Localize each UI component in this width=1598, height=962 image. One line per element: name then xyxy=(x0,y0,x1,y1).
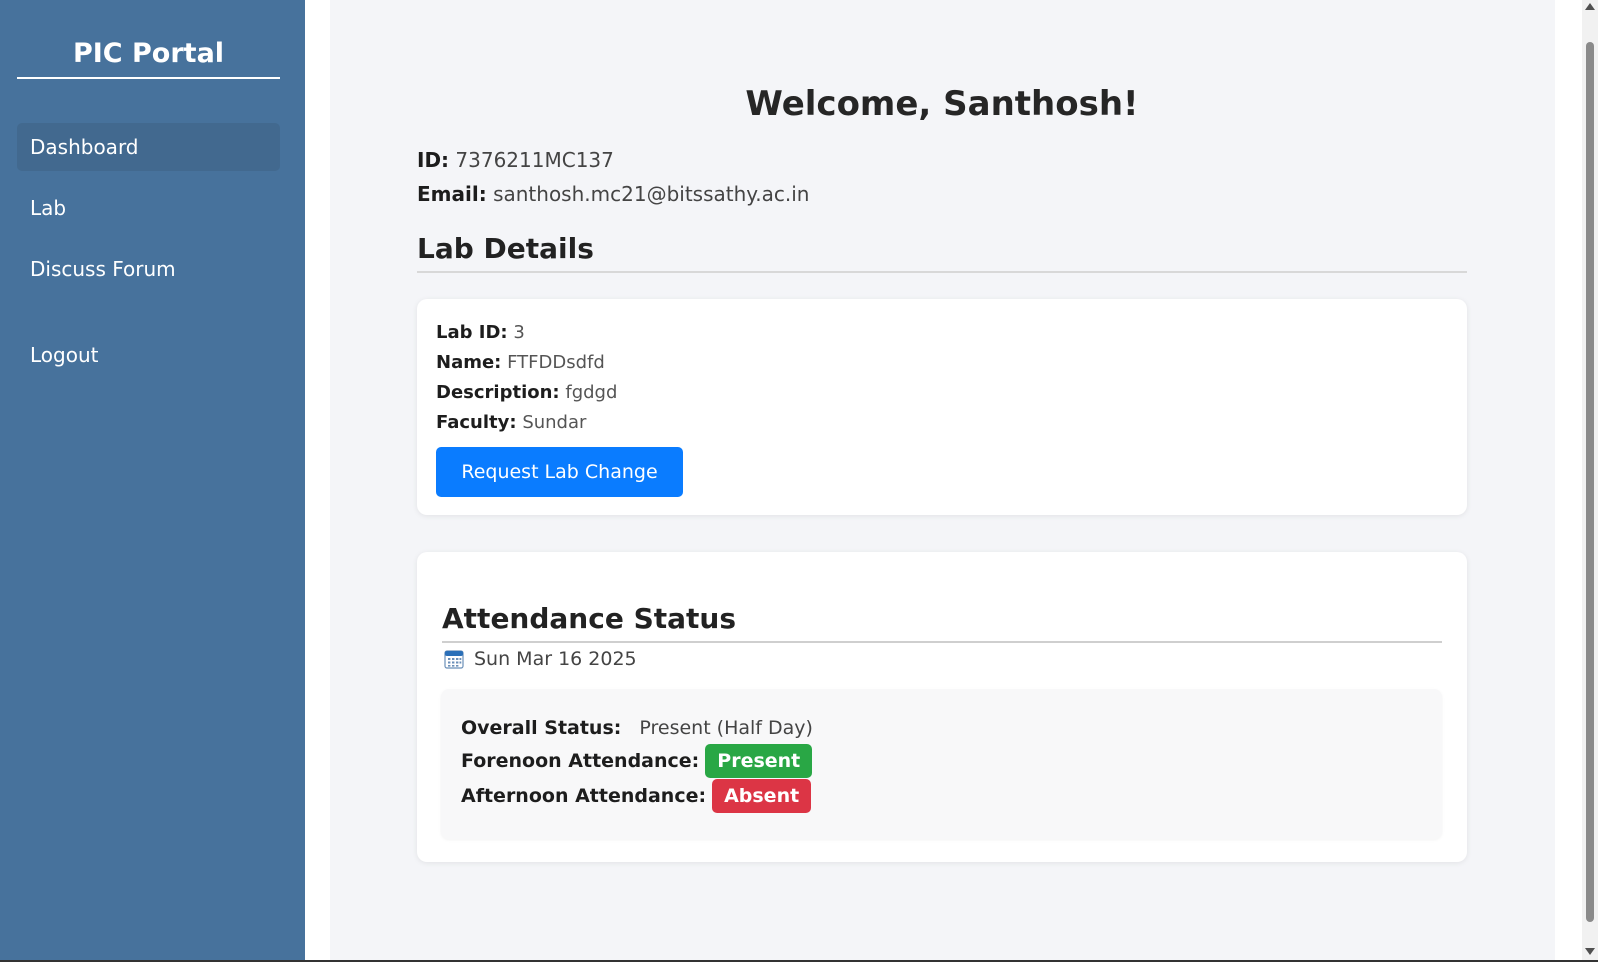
lab-faculty-label: Faculty: xyxy=(436,412,517,433)
lab-id-label: Lab ID: xyxy=(436,322,508,343)
attendance-card: Attendance Status Sun Mar 16 2025 Overal… xyxy=(417,552,1467,862)
scroll-down-arrow-icon[interactable] xyxy=(1585,948,1595,955)
lab-faculty-value: Sundar xyxy=(522,412,587,433)
attendance-date-row: Sun Mar 16 2025 xyxy=(444,648,637,670)
afternoon-label: Afternoon Attendance: xyxy=(461,785,707,807)
overall-status-value: Present (Half Day) xyxy=(639,717,813,739)
main-content: Welcome, Santhosh! ID: 7376211MC137 Emai… xyxy=(330,0,1555,960)
lab-id-value: 3 xyxy=(513,322,525,343)
attendance-date: Sun Mar 16 2025 xyxy=(474,648,637,670)
page-title: Welcome, Santhosh! xyxy=(745,84,1139,124)
lab-faculty-row: Faculty: Sundar xyxy=(436,412,586,433)
attendance-heading: Attendance Status xyxy=(442,602,1442,643)
calendar-icon xyxy=(444,649,464,669)
afternoon-row: Afternoon Attendance: Absent xyxy=(461,779,812,813)
lab-id-row: Lab ID: 3 xyxy=(436,322,525,343)
vertical-scrollbar[interactable] xyxy=(1582,0,1598,960)
sidebar-item-discuss-forum[interactable]: Discuss Forum xyxy=(17,245,280,293)
brand-title: PIC Portal xyxy=(17,38,280,79)
email-value: santhosh.mc21@bitssathy.ac.in xyxy=(493,182,810,206)
overall-status-label: Overall Status: xyxy=(461,717,622,739)
lab-name-row: Name: FTFDDsdfd xyxy=(436,352,605,373)
lab-name-value: FTFDDsdfd xyxy=(507,352,605,373)
lab-name-label: Name: xyxy=(436,352,502,373)
lab-description-label: Description: xyxy=(436,382,560,403)
sidebar-item-lab[interactable]: Lab xyxy=(17,184,280,232)
request-lab-change-button[interactable]: Request Lab Change xyxy=(436,447,683,497)
email-label: Email: xyxy=(417,182,487,206)
overall-status-row: Overall Status: Present (Half Day) xyxy=(461,717,813,739)
lab-details-heading: Lab Details xyxy=(417,232,1467,273)
afternoon-status-badge: Absent xyxy=(712,779,812,813)
student-email-line: Email: santhosh.mc21@bitssathy.ac.in xyxy=(417,182,809,206)
id-label: ID: xyxy=(417,148,450,172)
forenoon-row: Forenoon Attendance: Present xyxy=(461,744,813,778)
scroll-thumb[interactable] xyxy=(1586,42,1594,922)
logout-button[interactable]: Logout xyxy=(17,331,280,379)
lab-details-card: Lab ID: 3 Name: FTFDDsdfd Description: f… xyxy=(417,299,1467,515)
sidebar: PIC Portal Dashboard Lab Discuss Forum L… xyxy=(0,0,305,960)
id-value: 7376211MC137 xyxy=(455,148,614,172)
scroll-up-arrow-icon[interactable] xyxy=(1585,3,1595,10)
sidebar-item-dashboard[interactable]: Dashboard xyxy=(17,123,280,171)
forenoon-label: Forenoon Attendance: xyxy=(461,750,700,772)
student-id-line: ID: 7376211MC137 xyxy=(417,148,614,172)
attendance-status-box: Overall Status: Present (Half Day) Foren… xyxy=(441,689,1442,839)
lab-description-value: fgdgd xyxy=(565,382,618,403)
lab-description-row: Description: fgdgd xyxy=(436,382,617,403)
forenoon-status-badge: Present xyxy=(705,744,813,778)
